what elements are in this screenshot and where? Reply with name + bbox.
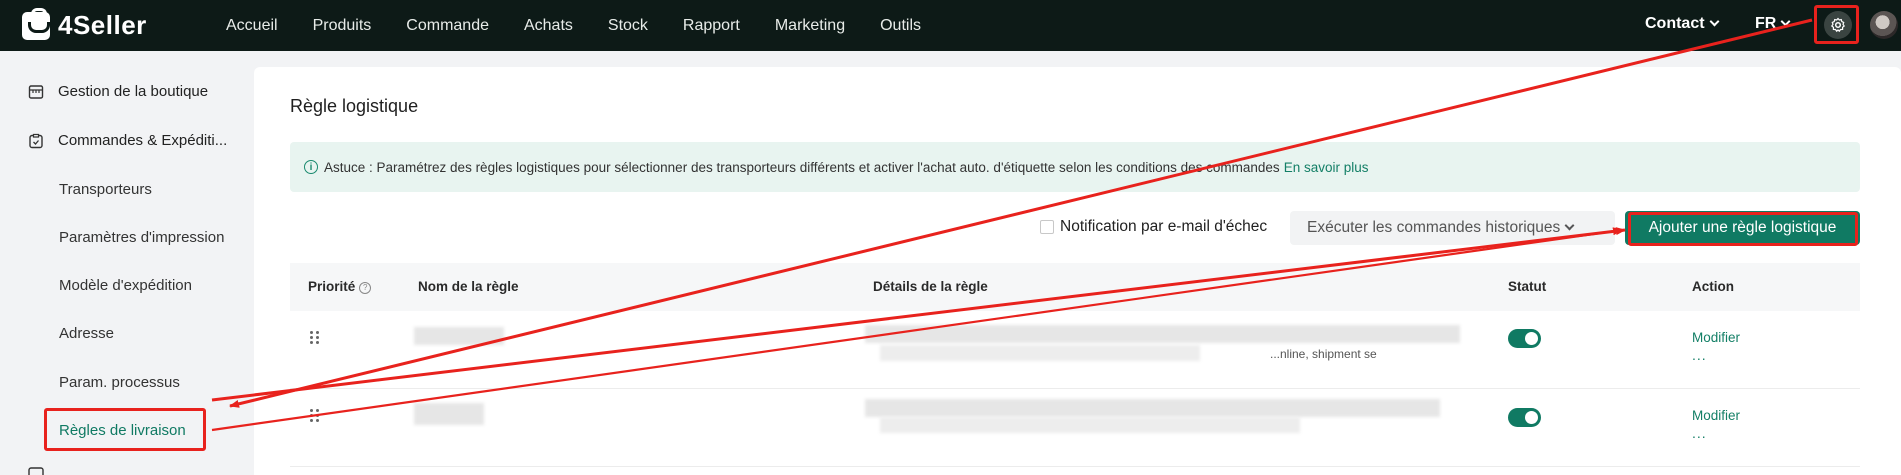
- contact-menu[interactable]: Contact: [1645, 15, 1720, 33]
- main-nav: Accueil Produits Commande Achats Stock R…: [226, 0, 956, 51]
- blurred-rule-details: [865, 399, 1440, 417]
- logo-bag-icon: [22, 7, 50, 40]
- top-navigation-bar: 4Seller Accueil Produits Commande Achats…: [0, 0, 1901, 51]
- shop-icon: [28, 84, 44, 99]
- column-header-label: Priorité: [308, 279, 356, 294]
- annotation-box-settings: [1814, 5, 1859, 44]
- blurred-rule-name: [414, 327, 504, 345]
- nav-item-commande[interactable]: Commande: [406, 17, 489, 35]
- rule-details-partial-text: ...nline, shipment se: [1270, 347, 1377, 361]
- sidebar-item-process-settings[interactable]: Param. processus: [59, 374, 180, 391]
- language-label: FR: [1755, 15, 1777, 32]
- nav-item-accueil[interactable]: Accueil: [226, 17, 278, 35]
- nav-item-achats[interactable]: Achats: [524, 17, 573, 35]
- chevron-down-icon: [1709, 16, 1720, 27]
- table-row: ...nline, shipment se Modifier ...: [290, 311, 1860, 389]
- nav-item-produits[interactable]: Produits: [313, 17, 372, 35]
- drag-handle-icon[interactable]: [310, 409, 320, 423]
- column-header-priority: Priorité?: [308, 279, 372, 295]
- sidebar-item-transporteurs[interactable]: Transporteurs: [59, 181, 152, 198]
- chevron-down-icon: [1780, 16, 1791, 27]
- column-header-rule-name: Nom de la règle: [418, 279, 519, 294]
- chevron-down-icon: [1564, 220, 1575, 230]
- annotation-box-add-rule: [1628, 212, 1858, 246]
- nav-item-rapport[interactable]: Rapport: [683, 17, 740, 35]
- tip-text: Astuce : Paramétrez des règles logistiqu…: [324, 159, 1280, 175]
- execute-history-orders-dropdown[interactable]: Exécuter les commandes historiques: [1290, 211, 1615, 245]
- drag-handle-icon[interactable]: [310, 331, 320, 345]
- logo[interactable]: 4Seller: [22, 7, 147, 41]
- blurred-rule-details: [865, 325, 1460, 343]
- clipboard-icon: [29, 133, 43, 148]
- annotation-box-delivery-rules: [44, 408, 206, 451]
- edit-link[interactable]: Modifier: [1692, 408, 1740, 423]
- status-toggle[interactable]: [1508, 329, 1541, 348]
- blurred-rule-details: [880, 345, 1200, 361]
- learn-more-link[interactable]: En savoir plus: [1284, 160, 1369, 175]
- sidebar-item-shipping-template[interactable]: Modèle d'expédition: [59, 277, 192, 294]
- nav-item-stock[interactable]: Stock: [608, 17, 648, 35]
- notification-checkbox[interactable]: [1040, 220, 1054, 234]
- notification-label: Notification par e-mail d'échec: [1060, 218, 1268, 235]
- sidebar-group-label: Gestion de la boutique: [58, 83, 209, 100]
- sidebar-group-orders[interactable]: Commandes & Expéditi...: [28, 132, 227, 149]
- execute-button-label: Exécuter les commandes historiques: [1307, 219, 1561, 236]
- contact-label: Contact: [1645, 15, 1705, 32]
- language-selector[interactable]: FR: [1755, 15, 1791, 33]
- column-header-rule-details: Détails de la règle: [873, 279, 988, 294]
- table-row: Modifier ...: [290, 389, 1860, 467]
- partial-sidebar-icon: [28, 467, 44, 475]
- sidebar-item-print-settings[interactable]: Paramètres d'impression: [59, 229, 224, 246]
- more-actions-link[interactable]: ...: [1692, 425, 1707, 441]
- sidebar-item-address[interactable]: Adresse: [59, 325, 114, 342]
- status-toggle[interactable]: [1508, 408, 1541, 427]
- edit-link[interactable]: Modifier: [1692, 330, 1740, 345]
- column-header-action: Action: [1692, 279, 1734, 294]
- page-title: Règle logistique: [290, 96, 419, 116]
- nav-item-marketing[interactable]: Marketing: [775, 17, 845, 35]
- help-icon[interactable]: ?: [359, 281, 372, 294]
- sidebar-group-shop[interactable]: Gestion de la boutique: [28, 83, 208, 100]
- logo-text: 4Seller: [58, 10, 147, 40]
- more-actions-link[interactable]: ...: [1692, 347, 1707, 363]
- blurred-rule-details: [880, 417, 1300, 433]
- info-icon: i: [304, 160, 318, 174]
- nav-item-outils[interactable]: Outils: [880, 17, 921, 35]
- column-header-status: Statut: [1508, 279, 1547, 294]
- table-header: Priorité? Nom de la règle Détails de la …: [290, 263, 1860, 311]
- blurred-rule-name: [414, 403, 484, 425]
- sidebar-group-label: Commandes & Expéditi...: [58, 132, 228, 149]
- tip-banner: i Astuce : Paramétrez des règles logisti…: [290, 142, 1860, 192]
- email-notification-option[interactable]: Notification par e-mail d'échec: [1040, 218, 1267, 236]
- avatar[interactable]: [1870, 11, 1898, 39]
